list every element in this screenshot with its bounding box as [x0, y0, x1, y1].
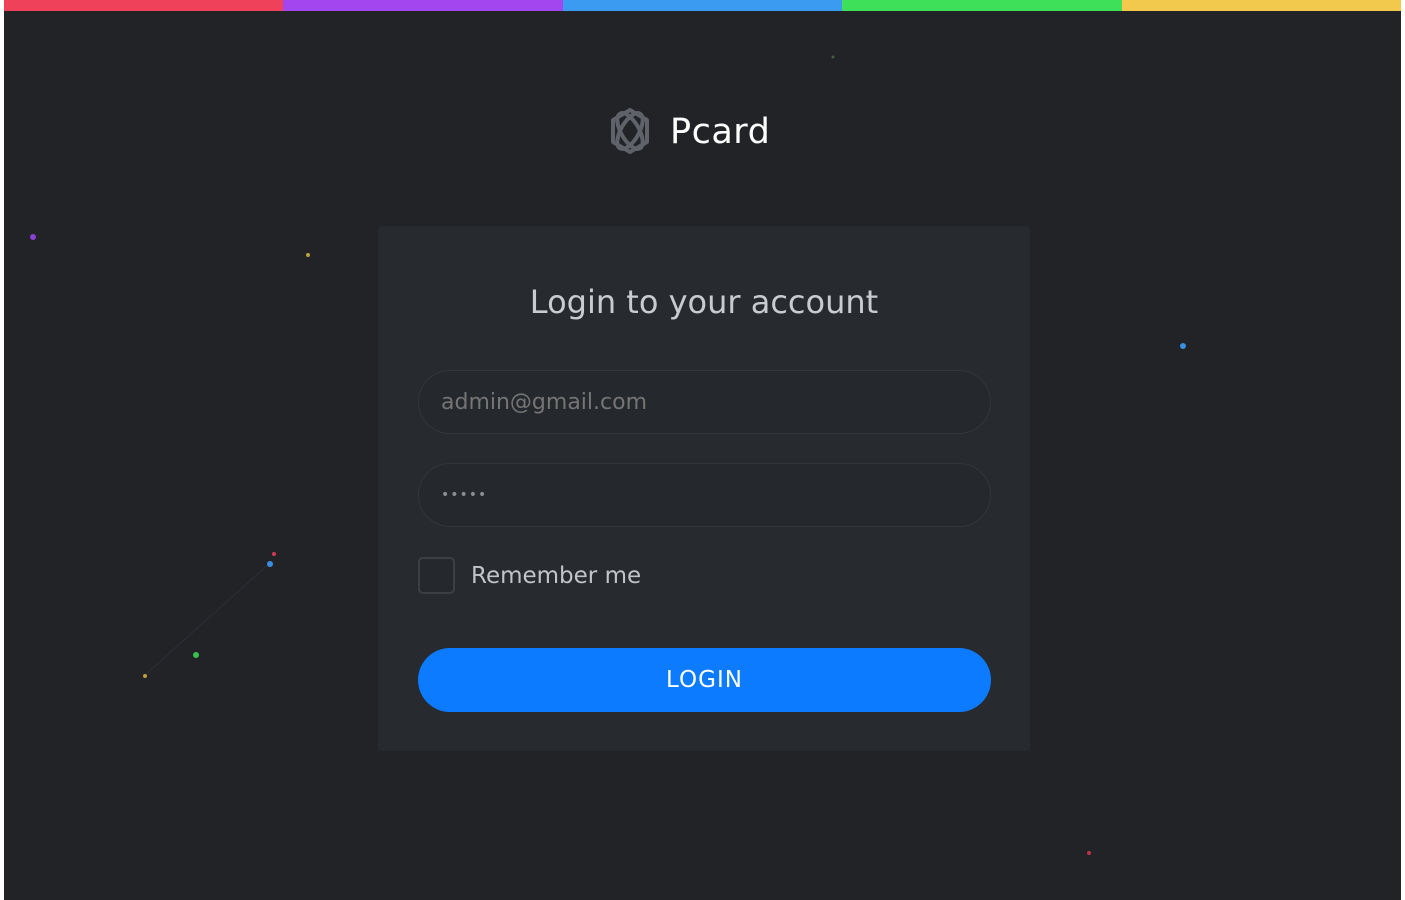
particle: [193, 652, 199, 658]
login-title: Login to your account: [529, 283, 879, 321]
particle: [1180, 343, 1186, 349]
password-input[interactable]: •••••: [441, 487, 487, 503]
remember-me-label[interactable]: Remember me: [471, 563, 641, 589]
particle: [272, 552, 276, 556]
brand-logo: Pcard: [602, 104, 770, 160]
email-input[interactable]: [441, 389, 990, 415]
top-bar-segment-blue: [562, 0, 843, 11]
top-bar-segment-green: [842, 0, 1122, 11]
particle: [143, 674, 147, 678]
particle: [30, 234, 36, 240]
remember-me[interactable]: Remember me: [418, 557, 641, 594]
atom-hexagon-icon: [611, 108, 649, 154]
particle: [267, 561, 273, 567]
top-bar-segment-red: [4, 0, 284, 11]
rainbow-top-bar: [4, 0, 1401, 11]
email-field[interactable]: [418, 370, 991, 434]
login-button[interactable]: LOGIN: [418, 648, 991, 712]
remember-me-checkbox[interactable]: [418, 557, 455, 594]
login-screen: Pcard Login to your account ••••• Rememb…: [4, 0, 1401, 900]
particle-link: [144, 562, 271, 676]
particle: [306, 253, 310, 257]
top-bar-segment-purple: [283, 0, 563, 11]
particle: [831, 55, 835, 59]
particle: [1087, 851, 1091, 855]
password-field[interactable]: •••••: [418, 463, 991, 527]
brand-name: Pcard: [670, 112, 771, 152]
top-bar-segment-yellow: [1121, 0, 1401, 11]
